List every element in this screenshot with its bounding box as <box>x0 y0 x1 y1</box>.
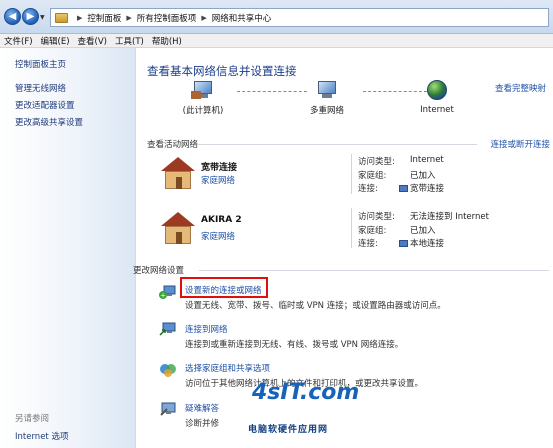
divider <box>351 154 352 194</box>
menu-edit[interactable]: 编辑(E) <box>37 35 74 47</box>
sidebar-item-advanced-sharing[interactable]: 更改高级共享设置 <box>15 116 83 128</box>
access-type-value: 无法连接到 Internet <box>410 212 489 222</box>
access-type-label: 访问类型: <box>358 212 395 222</box>
network-type-link[interactable]: 家庭网络 <box>201 230 235 242</box>
internet-label: Internet <box>420 105 454 115</box>
control-panel-folder-icon <box>55 12 68 23</box>
chevron-right-icon[interactable]: ▶ <box>126 14 131 22</box>
multiple-networks-label: 多重网络 <box>309 106 344 116</box>
troubleshoot-icon <box>159 401 177 417</box>
page-title: 查看基本网络信息并设置连接 <box>147 64 297 78</box>
task-description: 设置无线、宽带、拨号、临时或 VPN 连接；或设置路由器或访问点。 <box>185 301 446 311</box>
sidebar: 控制面板主页 管理无线网络 更改适配器设置 更改高级共享设置 另请参阅 Inte… <box>0 48 136 448</box>
internet-node[interactable]: Internet <box>407 80 467 115</box>
breadcrumb-control-panel[interactable]: 控制面板 <box>87 12 121 24</box>
divider <box>351 208 352 248</box>
connection-link[interactable]: 宽带连接 <box>399 182 444 194</box>
homegroup-label: 家庭组: <box>358 226 387 236</box>
multiple-networks-node[interactable]: 多重网络 <box>297 81 357 116</box>
connect-disconnect-link[interactable]: 连接或断开连接 <box>490 138 550 150</box>
task-description: 连接到或重新连接到无线、有线、拨号或 VPN 网络连接。 <box>185 340 404 350</box>
menu-view[interactable]: 查看(V) <box>74 35 111 47</box>
task-description: 诊断并修 <box>185 419 220 429</box>
access-type-label: 访问类型: <box>358 157 395 167</box>
network-icon <box>315 81 339 99</box>
active-networks-heading: 查看活动网络 <box>147 140 199 150</box>
sidebar-item-adapter-settings[interactable]: 更改适配器设置 <box>15 99 75 111</box>
recent-pages-dropdown-icon[interactable]: ▼ <box>40 14 45 21</box>
chevron-right-icon[interactable]: ▶ <box>77 14 82 22</box>
globe-icon <box>427 80 447 100</box>
sidebar-item-manage-wireless[interactable]: 管理无线网络 <box>15 82 66 94</box>
breadcrumb-all-items[interactable]: 所有控制面板项 <box>137 12 197 24</box>
homegroup-label: 家庭组: <box>358 171 387 181</box>
network-name: AKIRA 2 <box>201 215 242 225</box>
setup-connection-link[interactable]: 设置新的连接或网络 <box>185 284 262 296</box>
ethernet-icon <box>399 240 408 247</box>
chevron-right-icon[interactable]: ▶ <box>201 14 206 22</box>
divider <box>197 144 477 145</box>
network-type-link[interactable]: 家庭网络 <box>201 174 235 186</box>
new-connection-icon: + <box>159 284 177 300</box>
homegroup-link[interactable]: 已加入 <box>410 224 436 236</box>
site-watermark: 4sIT.com 电脑软硬件应用网 <box>246 378 360 446</box>
view-full-map-link[interactable]: 查看完整映射 <box>495 82 546 94</box>
computer-icon <box>191 81 215 99</box>
homegroup-link[interactable]: 已加入 <box>410 169 436 181</box>
watermark-text: 电脑软硬件应用网 <box>248 425 329 435</box>
svg-text:+: + <box>160 292 166 300</box>
menu-tools[interactable]: 工具(T) <box>111 35 148 47</box>
address-box[interactable]: ▶ 控制面板 ▶ 所有控制面板项 ▶ 网络和共享中心 <box>50 8 549 27</box>
sidebar-item-control-panel-home[interactable]: 控制面板主页 <box>15 58 66 70</box>
sidebar-item-internet-options[interactable]: Internet 选项 <box>15 430 68 442</box>
network-name: 宽带连接 <box>201 163 238 173</box>
access-type-value: Internet <box>410 155 444 165</box>
watermark-logo: 4sIT.com <box>252 380 360 405</box>
forward-button[interactable]: ▶ <box>22 8 39 25</box>
menu-file[interactable]: 文件(F) <box>0 35 37 47</box>
home-network-icon <box>161 157 195 189</box>
connect-to-network-link[interactable]: 连接到网络 <box>185 323 228 335</box>
menu-help[interactable]: 帮助(H) <box>148 35 186 47</box>
breadcrumb-network-center[interactable]: 网络和共享中心 <box>212 12 272 24</box>
this-computer-node[interactable]: (此计算机) <box>173 81 233 116</box>
home-network-icon <box>161 212 195 244</box>
connections-label: 连接: <box>358 239 378 249</box>
homegroup-sharing-icon <box>159 362 177 378</box>
change-settings-heading: 更改网络设置 <box>133 266 185 276</box>
menu-bar: 文件(F) 编辑(E) 查看(V) 工具(T) 帮助(H) <box>0 34 553 48</box>
homegroup-sharing-link[interactable]: 选择家庭组和共享选项 <box>185 362 270 374</box>
broadband-icon <box>399 185 408 192</box>
connection-link[interactable]: 本地连接 <box>399 237 444 249</box>
troubleshoot-link[interactable]: 疑难解答 <box>185 402 219 414</box>
back-button[interactable]: ◀ <box>4 8 21 25</box>
connect-network-icon <box>159 321 177 337</box>
address-bar: ◀ ▶ ▼ ▶ 控制面板 ▶ 所有控制面板项 ▶ 网络和共享中心 <box>0 0 553 34</box>
this-computer-label: (此计算机) <box>182 106 224 116</box>
divider <box>199 270 549 271</box>
connections-label: 连接: <box>358 184 378 194</box>
see-also-heading: 另请参阅 <box>15 414 50 424</box>
